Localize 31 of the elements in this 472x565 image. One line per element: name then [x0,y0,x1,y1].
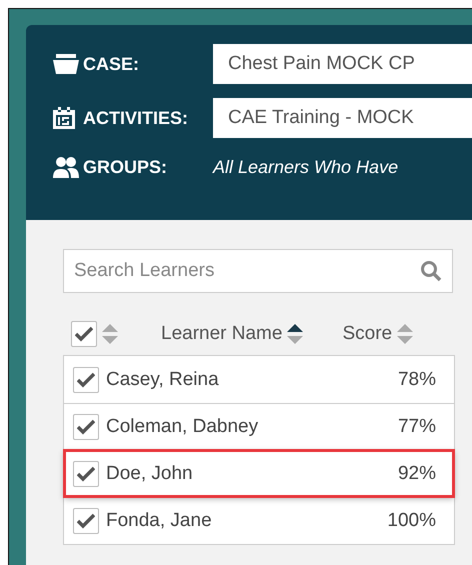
learner-row[interactable]: Fonda, Jane 100% [64,497,454,544]
sort-icon[interactable] [286,323,304,345]
row-checkbox[interactable] [73,414,99,440]
row-checkbox[interactable] [73,366,99,392]
people-icon [53,156,79,178]
calendar-icon [53,107,75,129]
activities-select[interactable]: CAE Training - MOCK [213,98,472,138]
learner-row[interactable]: Coleman, Dabney 77% [64,403,454,450]
search-field[interactable]: Search Learners [63,249,453,293]
score-cell: 78% [398,368,436,390]
case-select[interactable]: Chest Pain MOCK CP [213,44,472,84]
score-cell: 92% [398,463,436,485]
learner-name: Fonda, Jane [106,510,213,532]
filter-label: GROUPS: [83,156,168,178]
learner-row[interactable]: Casey, Reina 78% [64,356,454,403]
folder-icon [53,54,79,74]
select-all-checkbox[interactable] [71,321,97,347]
row-checkbox[interactable] [73,508,99,534]
search-icon [420,260,442,282]
row-checkbox[interactable] [73,461,99,487]
learner-name: Casey, Reina [106,368,220,390]
groups-value: All Learners Who Have [213,156,398,178]
filter-label: ACTIVITIES: [83,108,190,128]
learner-row[interactable]: Doe, John 92% [64,450,454,497]
score-cell: 77% [398,416,436,438]
filter-label: CASE: [83,54,140,74]
column-header[interactable]: Learner Name [161,323,282,345]
learner-name: Doe, John [106,463,194,485]
column-header[interactable]: Score [342,323,392,345]
learner-name: Coleman, Dabney [106,416,260,438]
score-cell: 100% [387,510,436,532]
